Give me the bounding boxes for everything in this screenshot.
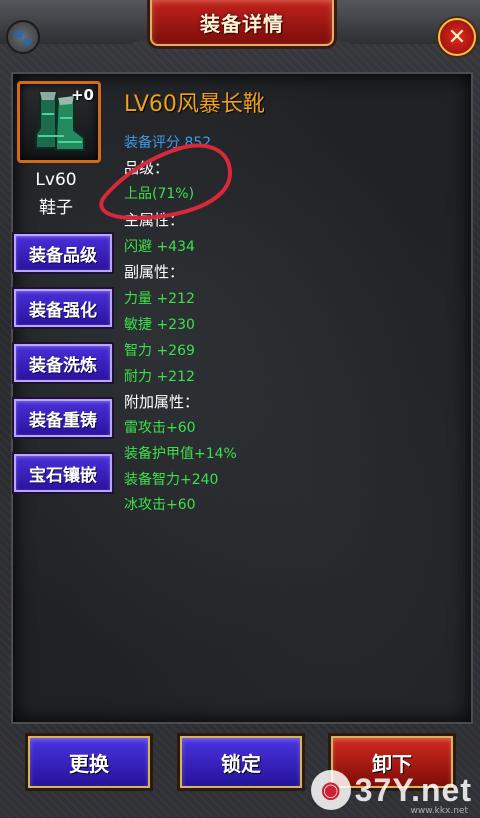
equip-refine-button[interactable]: 装备洗炼 bbox=[14, 344, 112, 382]
equip-grade-button[interactable]: 装备品级 bbox=[14, 234, 112, 272]
replace-button[interactable]: 更换 bbox=[28, 736, 150, 788]
close-button[interactable]: ✕ bbox=[438, 18, 476, 56]
sub-attr: 敏捷 +230 bbox=[124, 317, 195, 333]
item-type: 鞋子 bbox=[39, 198, 73, 218]
grade-label: 品级： bbox=[124, 159, 170, 177]
watermark: ◉ 37Y.net bbox=[310, 770, 472, 810]
close-icon: ✕ bbox=[447, 24, 467, 50]
item-enhance-level: +0 bbox=[70, 86, 94, 104]
extra-attr-label: 附加属性： bbox=[124, 393, 200, 411]
sub-attr: 智力 +269 bbox=[124, 343, 195, 359]
sub-attr: 耐力 +212 bbox=[124, 369, 195, 385]
watermark-text: 37Y.net bbox=[354, 771, 472, 808]
equip-score: 装备评分 852 bbox=[124, 135, 212, 151]
extra-attr: 冰攻击+60 bbox=[124, 497, 196, 513]
sub-attr: 力量 +212 bbox=[124, 291, 195, 307]
sub-attr-label: 副属性： bbox=[124, 263, 185, 281]
item-level: Lv60 bbox=[35, 170, 77, 190]
title-plate: 装备详情 bbox=[150, 0, 334, 46]
watermark-url: www.kkx.net bbox=[410, 806, 469, 816]
extra-attr: 雷攻击+60 bbox=[124, 420, 196, 436]
equip-enhance-button[interactable]: 装备强化 bbox=[14, 289, 112, 327]
extra-attr: 装备智力+240 bbox=[124, 472, 219, 488]
grade-value: 上品(71%) bbox=[124, 186, 195, 202]
watermark-logo-icon: ◉ bbox=[310, 770, 351, 810]
paw-button[interactable]: 🐾 bbox=[6, 20, 40, 54]
lock-button[interactable]: 锁定 bbox=[180, 736, 302, 788]
main-attr: 闪避 +434 bbox=[124, 239, 195, 255]
item-name: LV60风暴长靴 bbox=[124, 92, 265, 117]
equip-reforge-button[interactable]: 装备重铸 bbox=[14, 399, 112, 437]
main-attr-label: 主属性： bbox=[124, 211, 185, 229]
gem-inlay-button[interactable]: 宝石镶嵌 bbox=[14, 454, 112, 492]
extra-attr: 装备护甲值+14% bbox=[124, 446, 237, 462]
page-title: 装备详情 bbox=[200, 11, 284, 36]
item-slot[interactable]: +0 bbox=[17, 81, 101, 163]
paw-icon: 🐾 bbox=[13, 27, 33, 47]
